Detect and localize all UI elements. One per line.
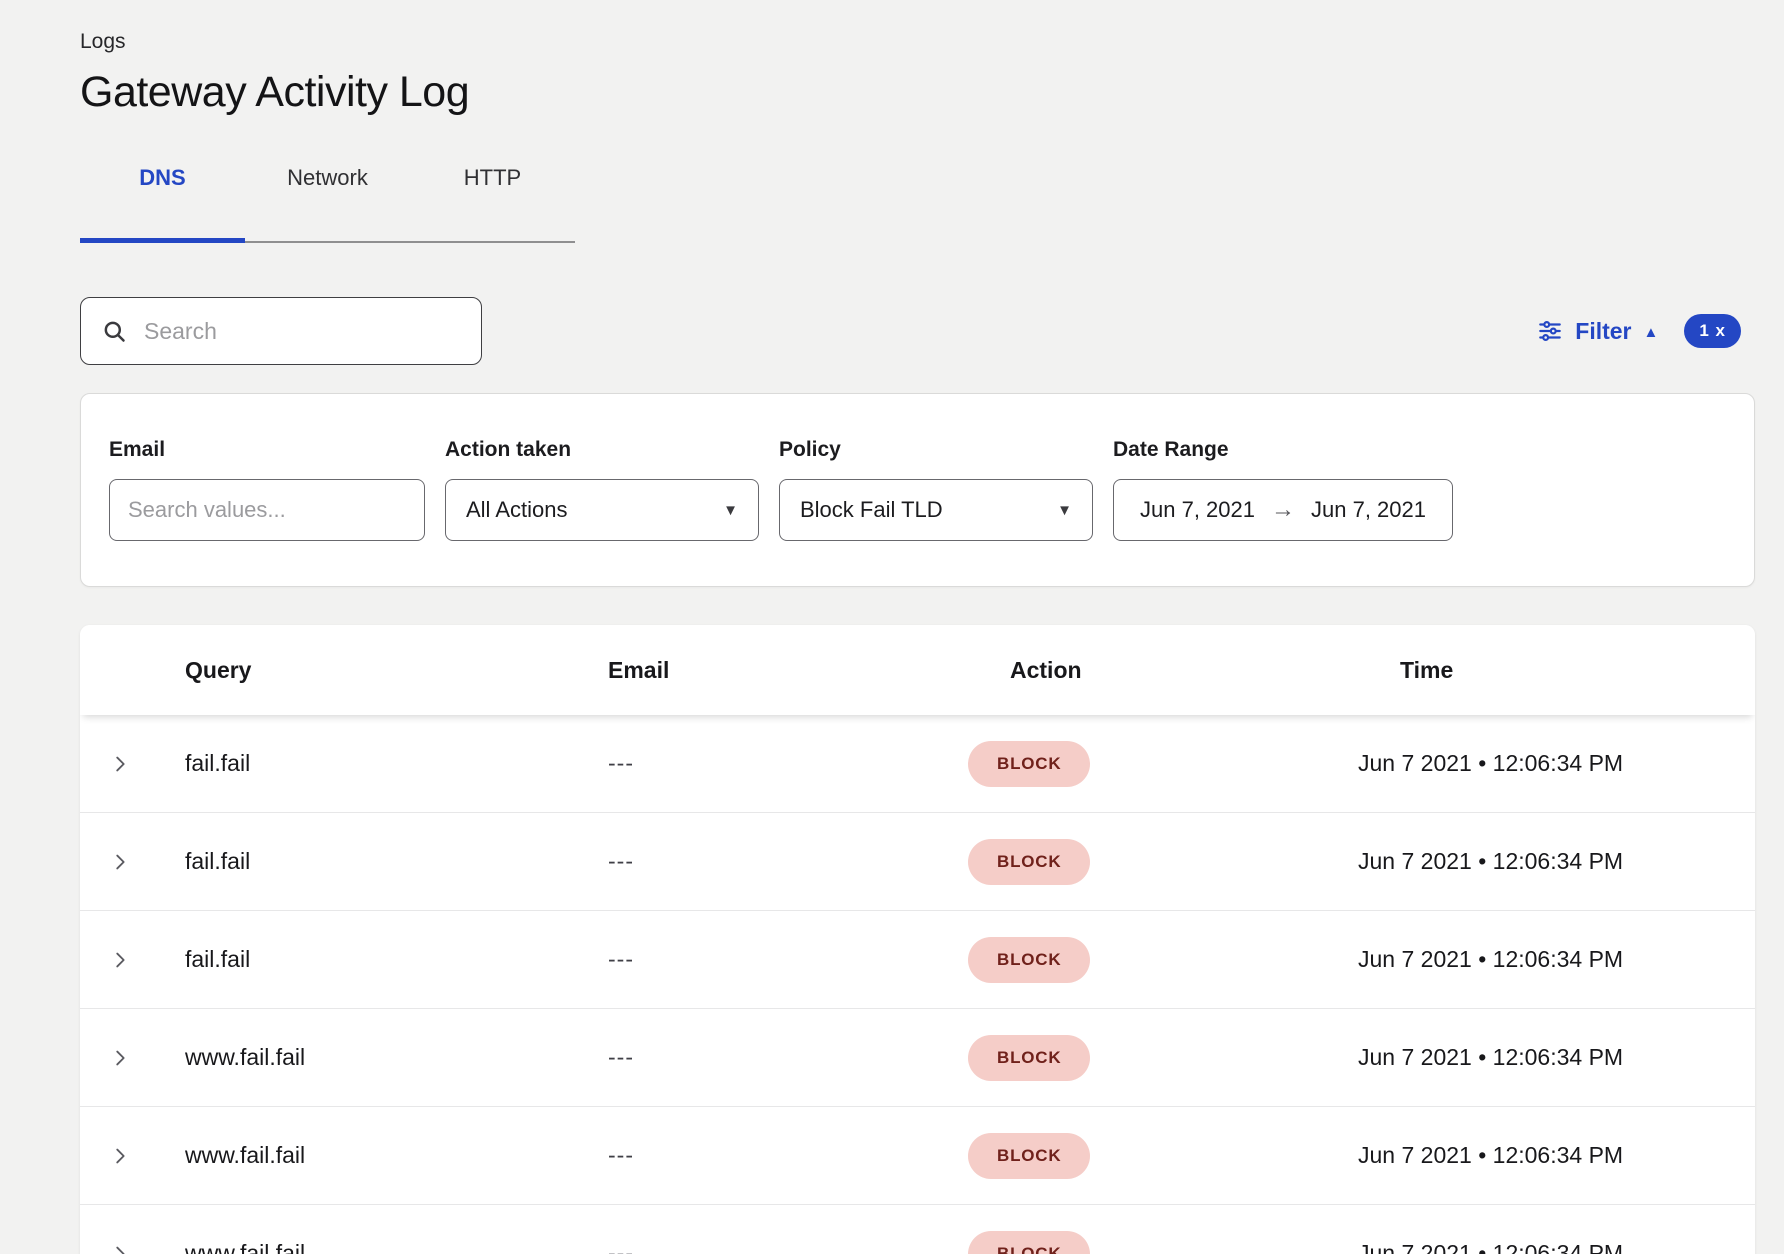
expand-row-button[interactable] <box>80 1047 160 1069</box>
chevron-right-icon <box>109 1243 131 1254</box>
filter-control: Filter ▲ 1 x <box>1537 314 1755 348</box>
expand-row-button[interactable] <box>80 1243 160 1254</box>
page-title: Gateway Activity Log <box>80 68 1755 117</box>
activity-log-table: Query Email Action Time fail.fail -- <box>80 625 1755 1254</box>
email-filter-label: Email <box>109 438 425 462</box>
filter-field-daterange: Date Range Jun 7, 2021 → Jun 7, 2021 <box>1113 438 1453 541</box>
action-cell: BLOCK <box>968 839 1358 885</box>
filter-field-policy: Policy Block Fail TLD ▼ <box>779 438 1093 541</box>
time-cell: Jun 7 2021 • 12:06:34 PM <box>1358 1044 1755 1071</box>
policy-filter-label: Policy <box>779 438 1093 462</box>
breadcrumb[interactable]: Logs <box>80 30 1755 54</box>
expand-row-button[interactable] <box>80 851 160 873</box>
time-cell: Jun 7 2021 • 12:06:34 PM <box>1358 946 1755 973</box>
table-row[interactable]: fail.fail --- BLOCK Jun 7 2021 • 12:06:3… <box>80 911 1755 1009</box>
query-cell: fail.fail <box>160 946 608 973</box>
action-filter-select[interactable]: All Actions ▼ <box>445 479 759 541</box>
daterange-start: Jun 7, 2021 <box>1140 497 1255 523</box>
query-cell: www.fail.fail <box>160 1240 608 1254</box>
block-action-badge: BLOCK <box>968 741 1090 787</box>
table-row[interactable]: fail.fail --- BLOCK Jun 7 2021 • 12:06:3… <box>80 715 1755 813</box>
column-header-query: Query <box>160 657 608 684</box>
query-cell: fail.fail <box>160 750 608 777</box>
policy-filter-select[interactable]: Block Fail TLD ▼ <box>779 479 1093 541</box>
time-cell: Jun 7 2021 • 12:06:34 PM <box>1358 848 1755 875</box>
action-filter-label: Action taken <box>445 438 759 462</box>
chevron-up-icon[interactable]: ▲ <box>1644 324 1659 341</box>
query-cell: www.fail.fail <box>160 1044 608 1071</box>
policy-filter-value: Block Fail TLD <box>800 497 943 523</box>
arrow-right-icon: → <box>1271 496 1295 524</box>
daterange-end: Jun 7, 2021 <box>1311 497 1426 523</box>
expand-row-button[interactable] <box>80 753 160 775</box>
email-cell: --- <box>608 946 968 973</box>
filter-field-action: Action taken All Actions ▼ <box>445 438 759 541</box>
action-cell: BLOCK <box>968 1231 1358 1254</box>
block-action-badge: BLOCK <box>968 1035 1090 1081</box>
chevron-right-icon <box>109 949 131 971</box>
table-body: fail.fail --- BLOCK Jun 7 2021 • 12:06:3… <box>80 715 1755 1254</box>
query-cell: www.fail.fail <box>160 1142 608 1169</box>
filter-button[interactable]: Filter <box>1575 318 1631 345</box>
block-action-badge: BLOCK <box>968 1133 1090 1179</box>
search-icon <box>101 318 128 345</box>
email-cell: --- <box>608 1240 968 1254</box>
email-cell: --- <box>608 1142 968 1169</box>
table-row[interactable]: fail.fail --- BLOCK Jun 7 2021 • 12:06:3… <box>80 813 1755 911</box>
chevron-right-icon <box>109 1145 131 1167</box>
tab-dns[interactable]: DNS <box>80 157 245 241</box>
search-box[interactable] <box>80 297 482 365</box>
filter-count-badge[interactable]: 1 x <box>1684 314 1741 348</box>
email-filter-box[interactable] <box>109 479 425 541</box>
table-row[interactable]: www.fail.fail --- BLOCK Jun 7 2021 • 12:… <box>80 1009 1755 1107</box>
expand-row-button[interactable] <box>80 1145 160 1167</box>
block-action-badge: BLOCK <box>968 1231 1090 1254</box>
daterange-filter-label: Date Range <box>1113 438 1453 462</box>
email-cell: --- <box>608 848 968 875</box>
time-cell: Jun 7 2021 • 12:06:34 PM <box>1358 1142 1755 1169</box>
action-cell: BLOCK <box>968 1035 1358 1081</box>
filter-panel: Email Action taken All Actions ▼ Policy … <box>80 393 1755 587</box>
tab-http[interactable]: HTTP <box>410 157 575 241</box>
column-header-email: Email <box>608 657 968 684</box>
column-header-time: Time <box>1358 657 1755 684</box>
chevron-right-icon <box>109 851 131 873</box>
tab-network[interactable]: Network <box>245 157 410 241</box>
search-input[interactable] <box>144 318 461 345</box>
query-cell: fail.fail <box>160 848 608 875</box>
email-cell: --- <box>608 1044 968 1071</box>
email-filter-input[interactable] <box>128 497 406 523</box>
time-cell: Jun 7 2021 • 12:06:34 PM <box>1358 1240 1755 1254</box>
action-cell: BLOCK <box>968 1133 1358 1179</box>
chevron-down-icon: ▼ <box>723 502 738 519</box>
block-action-badge: BLOCK <box>968 937 1090 983</box>
action-cell: BLOCK <box>968 741 1358 787</box>
page-content: Logs Gateway Activity Log DNS Network HT… <box>80 0 1755 1254</box>
filter-sliders-icon[interactable] <box>1537 318 1563 344</box>
expand-row-button[interactable] <box>80 949 160 971</box>
chevron-right-icon <box>109 753 131 775</box>
table-row[interactable]: www.fail.fail --- BLOCK Jun 7 2021 • 12:… <box>80 1205 1755 1254</box>
time-cell: Jun 7 2021 • 12:06:34 PM <box>1358 750 1755 777</box>
block-action-badge: BLOCK <box>968 839 1090 885</box>
table-row[interactable]: www.fail.fail --- BLOCK Jun 7 2021 • 12:… <box>80 1107 1755 1205</box>
filter-field-email: Email <box>109 438 425 541</box>
daterange-picker[interactable]: Jun 7, 2021 → Jun 7, 2021 <box>1113 479 1453 541</box>
action-cell: BLOCK <box>968 937 1358 983</box>
table-header-row: Query Email Action Time <box>80 625 1755 715</box>
tab-bar: DNS Network HTTP <box>80 157 575 243</box>
email-cell: --- <box>608 750 968 777</box>
search-filter-row: Filter ▲ 1 x <box>80 297 1755 365</box>
chevron-right-icon <box>109 1047 131 1069</box>
column-header-action: Action <box>968 657 1358 684</box>
chevron-down-icon: ▼ <box>1057 502 1072 519</box>
action-filter-value: All Actions <box>466 497 568 523</box>
